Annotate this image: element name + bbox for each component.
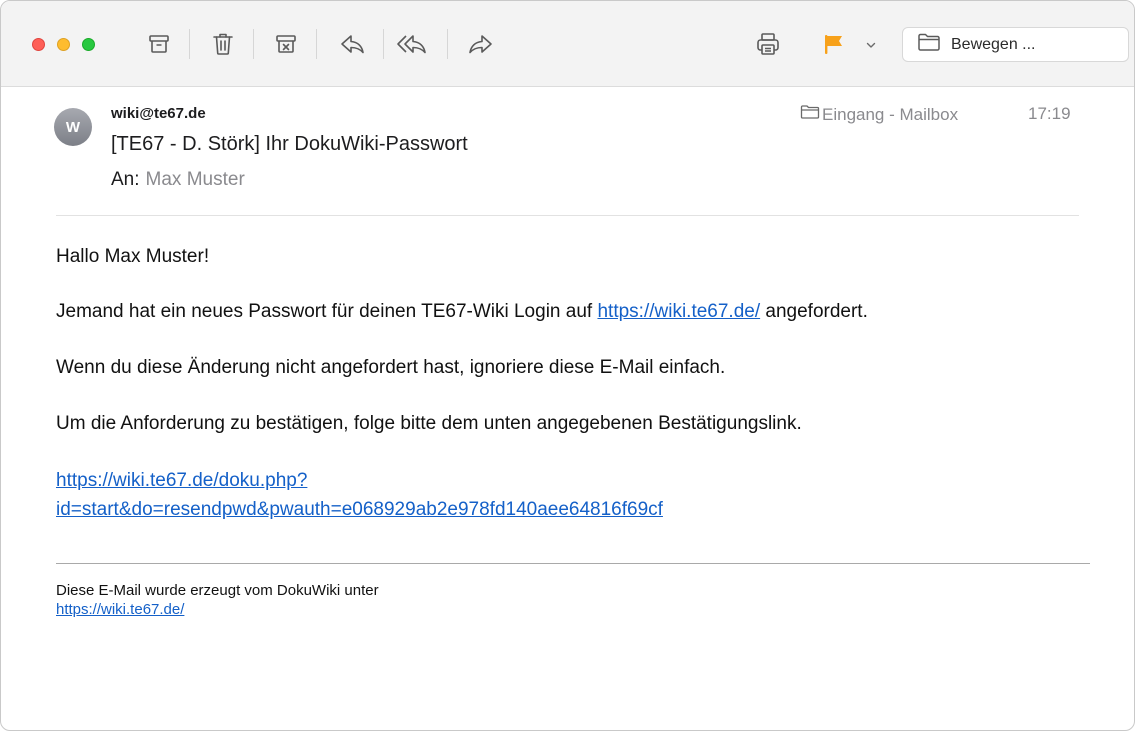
toolbar-separator — [253, 29, 254, 59]
body-paragraph-2: Wenn du diese Änderung nicht angefordert… — [56, 357, 726, 378]
forward-icon — [467, 33, 493, 55]
delete-button[interactable] — [206, 27, 240, 61]
print-button[interactable] — [751, 27, 785, 61]
mail-window: Bewegen ... W wiki@te67.de [TE67 - D. St… — [0, 0, 1135, 731]
message-time: 17:19 — [1028, 104, 1071, 123]
minimize-window-button[interactable] — [57, 38, 70, 51]
flag-button[interactable] — [816, 27, 850, 61]
greeting: Hallo Max Muster! — [56, 246, 210, 267]
para1-text-after: angefordert. — [760, 301, 868, 322]
trash-icon — [211, 31, 235, 57]
junk-button[interactable] — [269, 27, 303, 61]
move-button-label: Bewegen ... — [951, 35, 1036, 53]
sender-avatar: W — [54, 108, 92, 146]
folder-icon — [800, 104, 820, 125]
flag-menu-button[interactable] — [863, 37, 879, 53]
footer-text: Diese E-Mail wurde erzeugt vom DokuWiki … — [56, 582, 379, 599]
body-paragraph-1: Jemand hat ein neues Passwort für deinen… — [56, 301, 868, 323]
footer-divider — [56, 563, 1090, 564]
footer-link[interactable]: https://wiki.te67.de/ — [56, 601, 184, 618]
toolbar-separator — [189, 29, 190, 59]
move-button[interactable]: Bewegen ... — [902, 27, 1129, 62]
header-divider — [56, 215, 1079, 216]
close-window-button[interactable] — [32, 38, 45, 51]
recipient-label: An: — [111, 169, 140, 190]
recipient-row: An: Max Muster — [111, 169, 245, 191]
confirmation-link-line-1[interactable]: https://wiki.te67.de/doku.php? — [56, 470, 307, 491]
mailbox-name: Eingang - Mailbox — [822, 104, 959, 124]
reply-all-button[interactable] — [396, 27, 430, 61]
mailbox-location[interactable]: Eingang - Mailbox — [800, 104, 958, 125]
avatar-initial: W — [65, 118, 81, 136]
message-footer: Diese E-Mail wurde erzeugt vom DokuWiki … — [56, 581, 379, 619]
para1-text-before: Jemand hat ein neues Passwort für deinen… — [56, 301, 598, 322]
confirmation-link-line-2[interactable]: id=start&do=resendpwd&pwauth=e068929ab2e… — [56, 499, 663, 520]
reply-button[interactable] — [336, 27, 370, 61]
confirmation-link-block: https://wiki.te67.de/doku.php? id=start&… — [56, 466, 956, 524]
archive-button[interactable] — [142, 27, 176, 61]
sender-address[interactable]: wiki@te67.de — [111, 105, 206, 122]
reply-all-icon — [396, 33, 430, 55]
toolbar-separator — [447, 29, 448, 59]
forward-button[interactable] — [463, 27, 497, 61]
toolbar: Bewegen ... — [1, 1, 1134, 87]
body-paragraph-3: Um die Anforderung zu bestätigen, folge … — [56, 413, 802, 434]
chevron-down-icon — [866, 36, 876, 54]
reply-icon — [340, 33, 366, 55]
folder-icon — [917, 32, 941, 57]
toolbar-separator — [316, 29, 317, 59]
print-icon — [755, 31, 781, 57]
zoom-window-button[interactable] — [82, 38, 95, 51]
flag-icon — [821, 32, 845, 56]
recipient-name[interactable]: Max Muster — [146, 169, 245, 190]
message-subject: [TE67 - D. Störk] Ihr DokuWiki-Passwort — [111, 133, 468, 155]
archive-icon — [147, 32, 171, 56]
junk-icon — [274, 32, 298, 56]
toolbar-separator — [383, 29, 384, 59]
wiki-link[interactable]: https://wiki.te67.de/ — [597, 301, 760, 322]
